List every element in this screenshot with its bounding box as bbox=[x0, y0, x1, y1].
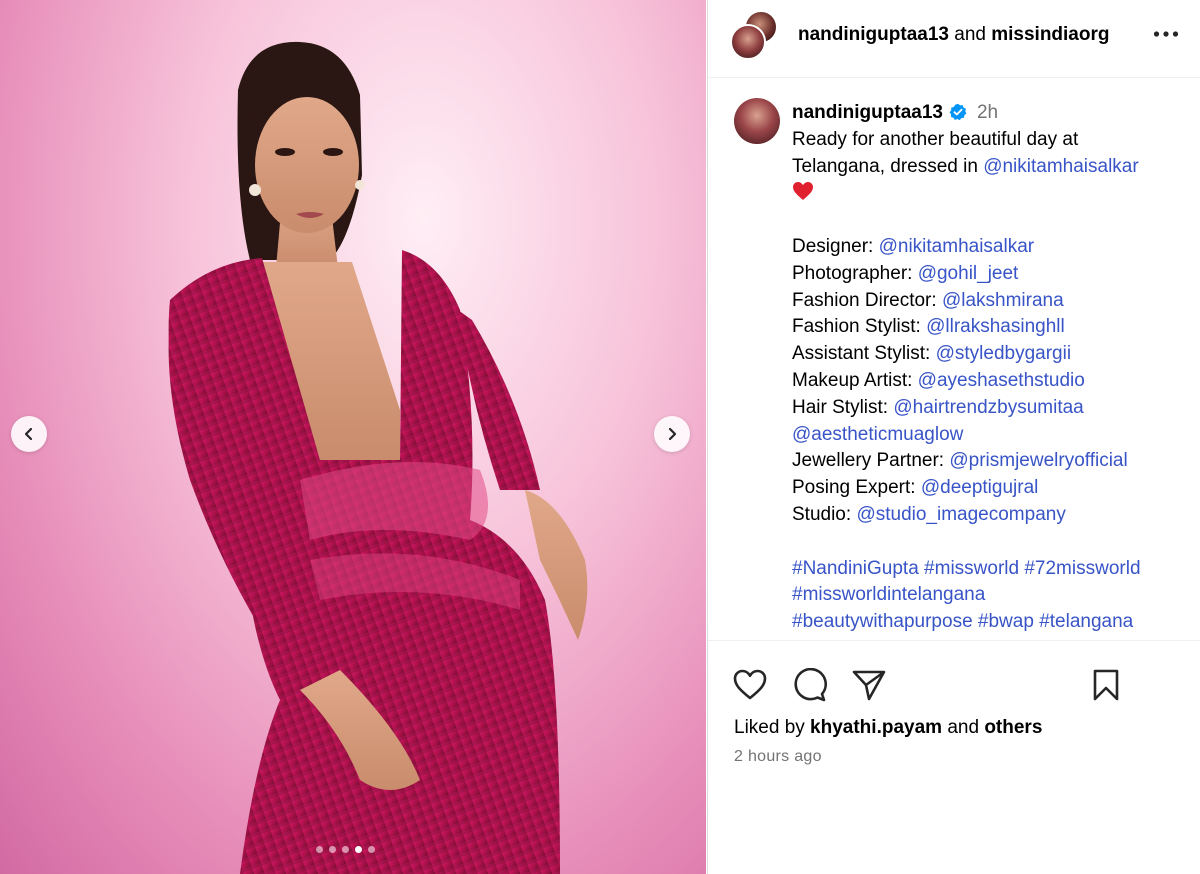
carousel-dot bbox=[368, 846, 375, 853]
avatar bbox=[730, 24, 766, 60]
hashtag-line: #missworldintelangana bbox=[792, 582, 1192, 609]
send-icon bbox=[852, 670, 886, 701]
carousel-dot bbox=[329, 846, 336, 853]
credit-line: Posing Expert: @deeptigujral bbox=[792, 475, 1192, 502]
likes-joiner: and bbox=[942, 717, 985, 738]
carousel-indicator bbox=[316, 846, 375, 853]
credit-line: Makeup Artist: @ayeshasethstudio bbox=[792, 368, 1192, 395]
credit-label: Jewellery Partner: bbox=[792, 450, 950, 472]
mention-link[interactable]: @prismjewelryofficial bbox=[949, 450, 1127, 471]
liked-by-username[interactable]: khyathi.payam bbox=[810, 717, 942, 738]
likes-summary: Liked by khyathi.payam and others bbox=[734, 717, 1042, 739]
verified-badge-icon bbox=[949, 103, 967, 121]
mention-link[interactable]: @llrakshasinghll bbox=[926, 316, 1065, 337]
red-heart-emoji-icon bbox=[793, 182, 813, 201]
hashtag-link[interactable]: #missworldintelangana bbox=[792, 584, 985, 605]
hashtag-link[interactable]: #72missworld bbox=[1024, 558, 1140, 579]
mention-link[interactable]: @gohil_jeet bbox=[918, 263, 1019, 284]
post-media bbox=[0, 0, 706, 874]
carousel-prev-button[interactable] bbox=[11, 416, 47, 452]
mention-link[interactable]: @hairtrendzbysumitaa bbox=[893, 397, 1083, 418]
save-button[interactable] bbox=[1088, 667, 1124, 703]
caption-text: Telangana, dressed in bbox=[792, 155, 984, 177]
credit-line: Assistant Stylist: @styledbygargii bbox=[792, 341, 1192, 368]
post-authors: nandiniguptaa13 and missindiaorg bbox=[798, 24, 1109, 46]
caption-hashtags: #NandiniGupta #missworld #72missworld #mi… bbox=[792, 556, 1192, 640]
mention-link[interactable]: @nikitamhaisalkar bbox=[879, 236, 1035, 257]
hashtag-line: #NandiniGupta #missworld #72missworld bbox=[792, 556, 1192, 583]
post-photo bbox=[168, 41, 588, 874]
mention-link[interactable]: @styledbygargii bbox=[936, 343, 1071, 364]
comment-icon bbox=[794, 668, 827, 702]
post-header: nandiniguptaa13 and missindiaorg bbox=[708, 0, 1200, 78]
credit-label: Posing Expert: bbox=[792, 477, 921, 499]
carousel-dot-active bbox=[355, 846, 362, 853]
hashtag-link[interactable]: #telangana bbox=[1039, 611, 1133, 632]
post-timestamp[interactable]: 2 hours ago bbox=[734, 748, 822, 766]
caption-body: nandiniguptaa13 2h Ready for another bea… bbox=[792, 100, 1192, 640]
authors-joiner: and bbox=[954, 24, 986, 45]
credit-line: Studio: @studio_imagecompany bbox=[792, 502, 1192, 529]
mention-link[interactable]: @deeptigujral bbox=[921, 477, 1039, 498]
carousel-next-button[interactable] bbox=[654, 416, 690, 452]
mention-link[interactable]: @ayeshasethstudio bbox=[918, 370, 1085, 391]
carousel-dot bbox=[342, 846, 349, 853]
credit-line: @aestheticmuaglow bbox=[792, 422, 1192, 449]
credit-line: Fashion Stylist: @llrakshasinghll bbox=[792, 314, 1192, 341]
collab-avatars[interactable] bbox=[730, 10, 786, 62]
avatar[interactable] bbox=[734, 98, 780, 144]
caption-text-line: Ready for another beautiful day at bbox=[792, 128, 1079, 150]
credit-label: Photographer: bbox=[792, 262, 918, 284]
credit-label: Fashion Stylist: bbox=[792, 316, 927, 338]
more-options-button[interactable] bbox=[1151, 22, 1181, 46]
post-actions: Liked by khyathi.payam and others 2 hour… bbox=[708, 640, 1200, 874]
credit-label: Studio: bbox=[792, 503, 857, 525]
hashtag-line: #beautywithapurpose #bwap #telangana bbox=[792, 609, 1192, 636]
hashtag-link[interactable]: #bwap bbox=[978, 611, 1034, 632]
share-button[interactable] bbox=[851, 667, 887, 703]
credit-line: Designer: @nikitamhaisalkar bbox=[792, 234, 1192, 261]
credit-line: Hair Stylist: @hairtrendzbysumitaa bbox=[792, 395, 1192, 422]
likes-prefix: Liked by bbox=[734, 717, 811, 738]
hashtag-link[interactable]: #NandiniGupta bbox=[792, 558, 919, 579]
post-caption: nandiniguptaa13 2h Ready for another bea… bbox=[708, 78, 1200, 640]
credit-label: Makeup Artist: bbox=[792, 369, 918, 391]
credit-line: Photographer: @gohil_jeet bbox=[792, 261, 1192, 288]
chevron-left-icon bbox=[24, 427, 33, 441]
collaborator-username[interactable]: missindiaorg bbox=[991, 24, 1109, 45]
hashtag-link[interactable]: #missworld bbox=[924, 558, 1019, 579]
credit-line: Jewellery Partner: @prismjewelryofficial bbox=[792, 448, 1192, 475]
comment-button[interactable] bbox=[792, 667, 828, 703]
chevron-right-icon bbox=[668, 427, 677, 441]
mention-link[interactable]: @studio_imagecompany bbox=[856, 504, 1065, 525]
author-username[interactable]: nandiniguptaa13 bbox=[798, 24, 949, 45]
mention-link[interactable]: @aestheticmuaglow bbox=[792, 424, 963, 445]
credit-label: Fashion Director: bbox=[792, 289, 942, 311]
post-side-panel: nandiniguptaa13 and missindiaorg nandini… bbox=[707, 0, 1200, 874]
credit-label: Hair Stylist: bbox=[792, 396, 894, 418]
liked-by-others-link[interactable]: others bbox=[984, 717, 1042, 738]
caption-credits: Designer: @nikitamhaisalkar Photographer:… bbox=[792, 234, 1192, 529]
heart-icon bbox=[733, 669, 767, 700]
caption-timestamp[interactable]: 2h bbox=[977, 102, 998, 123]
carousel-dot bbox=[316, 846, 323, 853]
hashtag-link[interactable]: #beautywithapurpose bbox=[792, 611, 973, 632]
more-horizontal-icon bbox=[1153, 31, 1179, 37]
mention-link[interactable]: @lakshmirana bbox=[942, 290, 1064, 311]
mention-link[interactable]: @nikitamhaisalkar bbox=[983, 156, 1139, 177]
credit-label: Assistant Stylist: bbox=[792, 343, 936, 365]
credit-label: Designer: bbox=[792, 235, 879, 257]
credit-line: Fashion Director: @lakshmirana bbox=[792, 288, 1192, 315]
bookmark-icon bbox=[1093, 669, 1119, 701]
like-button[interactable] bbox=[732, 667, 768, 703]
caption-username[interactable]: nandiniguptaa13 bbox=[792, 102, 943, 123]
